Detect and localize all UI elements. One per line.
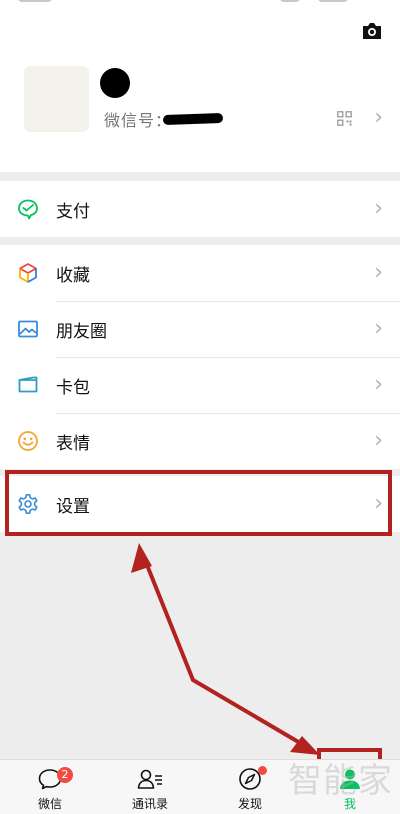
tab-label-chats: 微信 [37, 797, 62, 811]
tab-contacts[interactable]: 通讯录 [100, 760, 200, 814]
annotation-arrow [131, 543, 320, 755]
contacts-icon [137, 769, 162, 789]
unread-badge: 2 [57, 767, 73, 783]
tab-label-contacts: 通讯录 [131, 797, 168, 811]
discover-new-dot [258, 766, 267, 775]
tab-label-discover: 发现 [237, 797, 262, 811]
tab-chats[interactable]: 2 微信 [0, 760, 100, 814]
tab-discover[interactable]: 发现 [200, 760, 300, 814]
watermark-text: 智能家 [288, 761, 393, 801]
